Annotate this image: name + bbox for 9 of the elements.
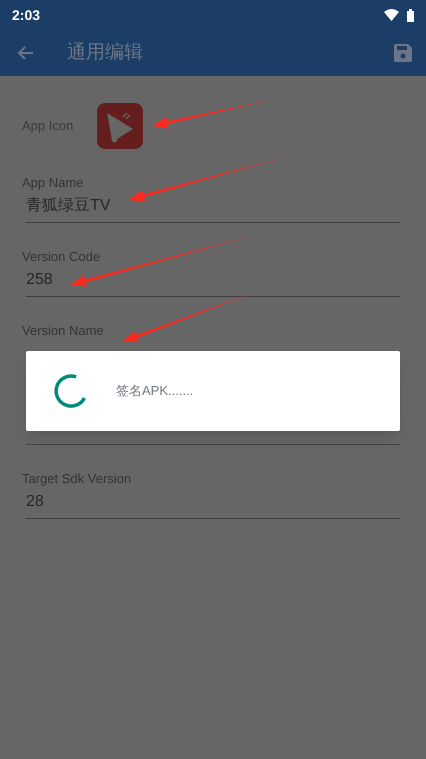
wifi-icon bbox=[384, 9, 399, 21]
save-icon[interactable] bbox=[394, 44, 412, 62]
back-arrow-icon[interactable] bbox=[16, 45, 34, 61]
toolbar-title: 通用编辑 bbox=[67, 40, 143, 65]
app-icon[interactable] bbox=[97, 103, 143, 149]
battery-icon bbox=[407, 8, 414, 22]
dialog-message: 签名APK....... bbox=[116, 382, 194, 400]
status-time: 2:03 bbox=[12, 6, 40, 24]
text-field[interactable]: 28 bbox=[26, 491, 400, 519]
